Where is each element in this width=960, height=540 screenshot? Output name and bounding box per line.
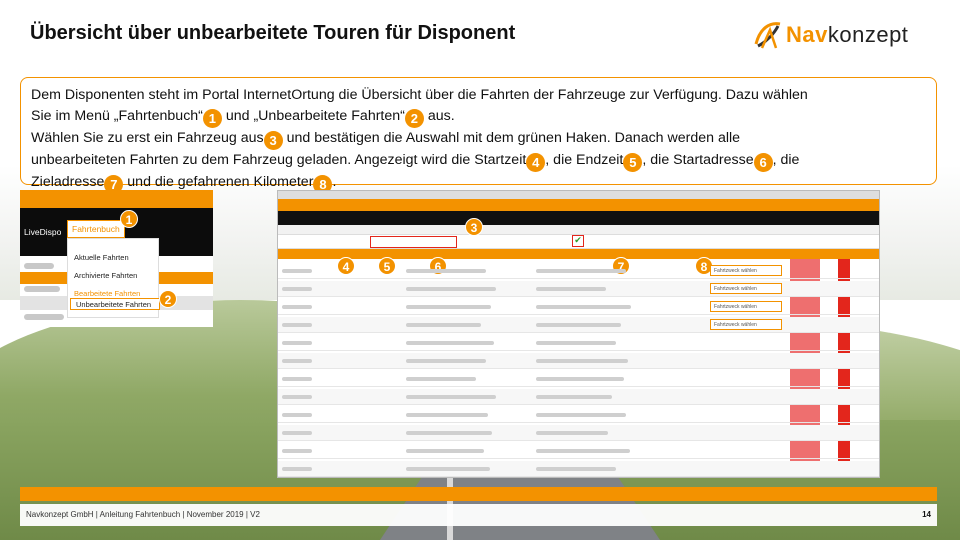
logo-text-rest: konzept bbox=[827, 22, 909, 47]
table-row[interactable]: Fahrtzweck wählen bbox=[278, 317, 879, 333]
menu-item-aktuelle[interactable]: Aktuelle Fahrten bbox=[74, 253, 129, 262]
menu-livedispo[interactable]: LiveDispo bbox=[24, 227, 61, 237]
instruction-line-4: unbearbeiteten Fahrten zu dem Fahrzeug g… bbox=[31, 152, 800, 172]
table-row[interactable] bbox=[278, 425, 879, 441]
footer: Navkonzept GmbH | Anleitung Fahrtenbuch … bbox=[20, 504, 937, 526]
table-header bbox=[278, 249, 879, 259]
logo-mark-icon bbox=[752, 20, 784, 50]
step-badge-1: 1 bbox=[202, 109, 222, 128]
table-row[interactable]: Fahrtzweck wählen bbox=[278, 281, 879, 297]
table-row[interactable] bbox=[278, 371, 879, 387]
purpose-select[interactable]: Fahrtzweck wählen bbox=[710, 319, 782, 330]
logo-text-accent: Nav bbox=[786, 22, 828, 47]
table-row[interactable] bbox=[278, 353, 879, 369]
table-row[interactable] bbox=[278, 443, 879, 459]
footer-accent-bar bbox=[20, 487, 937, 501]
footer-text: Navkonzept GmbH | Anleitung Fahrtenbuch … bbox=[26, 510, 260, 519]
purpose-select[interactable]: Fahrtzweck wählen bbox=[710, 301, 782, 312]
table-row[interactable]: Fahrtzweck wählen bbox=[278, 263, 879, 279]
step-badge-6: 6 bbox=[753, 153, 773, 172]
purpose-select[interactable]: Fahrtzweck wählen bbox=[710, 265, 782, 276]
instruction-box: Dem Disponenten steht im Portal Internet… bbox=[20, 77, 937, 194]
app-screenshot: ✔ 3 4 5 6 7 8 Fahrtzweck wählen Fahrtzwe… bbox=[277, 190, 880, 478]
vehicle-select[interactable] bbox=[370, 236, 457, 248]
menu-item-archivierte[interactable]: Archivierte Fahrten bbox=[74, 271, 137, 280]
step-badge-4: 4 bbox=[526, 153, 546, 172]
table-row[interactable] bbox=[278, 461, 879, 477]
confirm-check-icon[interactable]: ✔ bbox=[572, 235, 584, 247]
callout-2: 2 bbox=[159, 290, 177, 308]
menu-fahrtenbuch[interactable]: Fahrtenbuch ▾ bbox=[67, 220, 125, 244]
menu-screenshot: LiveDispo Fahrtenbuch ▾ Aktuelle Fahrten… bbox=[20, 190, 213, 327]
instruction-line-3: Wählen Sie zu erst ein Fahrzeug aus 3 und… bbox=[31, 130, 741, 150]
page-number: 14 bbox=[922, 510, 931, 519]
callout-3: 3 bbox=[465, 218, 483, 236]
step-badge-2: 2 bbox=[404, 109, 424, 128]
purpose-select[interactable]: Fahrtzweck wählen bbox=[710, 283, 782, 294]
menu-item-bearbeitete[interactable]: Bearbeitete Fahrten bbox=[74, 289, 140, 298]
instruction-line-1: Dem Disponenten steht im Portal Internet… bbox=[31, 87, 808, 103]
step-badge-3: 3 bbox=[263, 131, 283, 150]
callout-1: 1 bbox=[120, 210, 138, 228]
step-badge-5: 5 bbox=[623, 153, 643, 172]
menu-item-unbearbeitete[interactable]: Unbearbeitete Fahrten bbox=[76, 300, 151, 309]
slide-title: Übersicht über unbearbeitete Touren für … bbox=[30, 22, 516, 44]
table-row[interactable]: Fahrtzweck wählen bbox=[278, 299, 879, 315]
navkonzept-logo: Navkonzept bbox=[752, 18, 942, 52]
table-row[interactable] bbox=[278, 335, 879, 351]
table-row[interactable] bbox=[278, 407, 879, 423]
instruction-line-2: Sie im Menü „Fahrtenbuch“ 1 und „Unbearbe… bbox=[31, 108, 455, 128]
table-row[interactable] bbox=[278, 389, 879, 405]
